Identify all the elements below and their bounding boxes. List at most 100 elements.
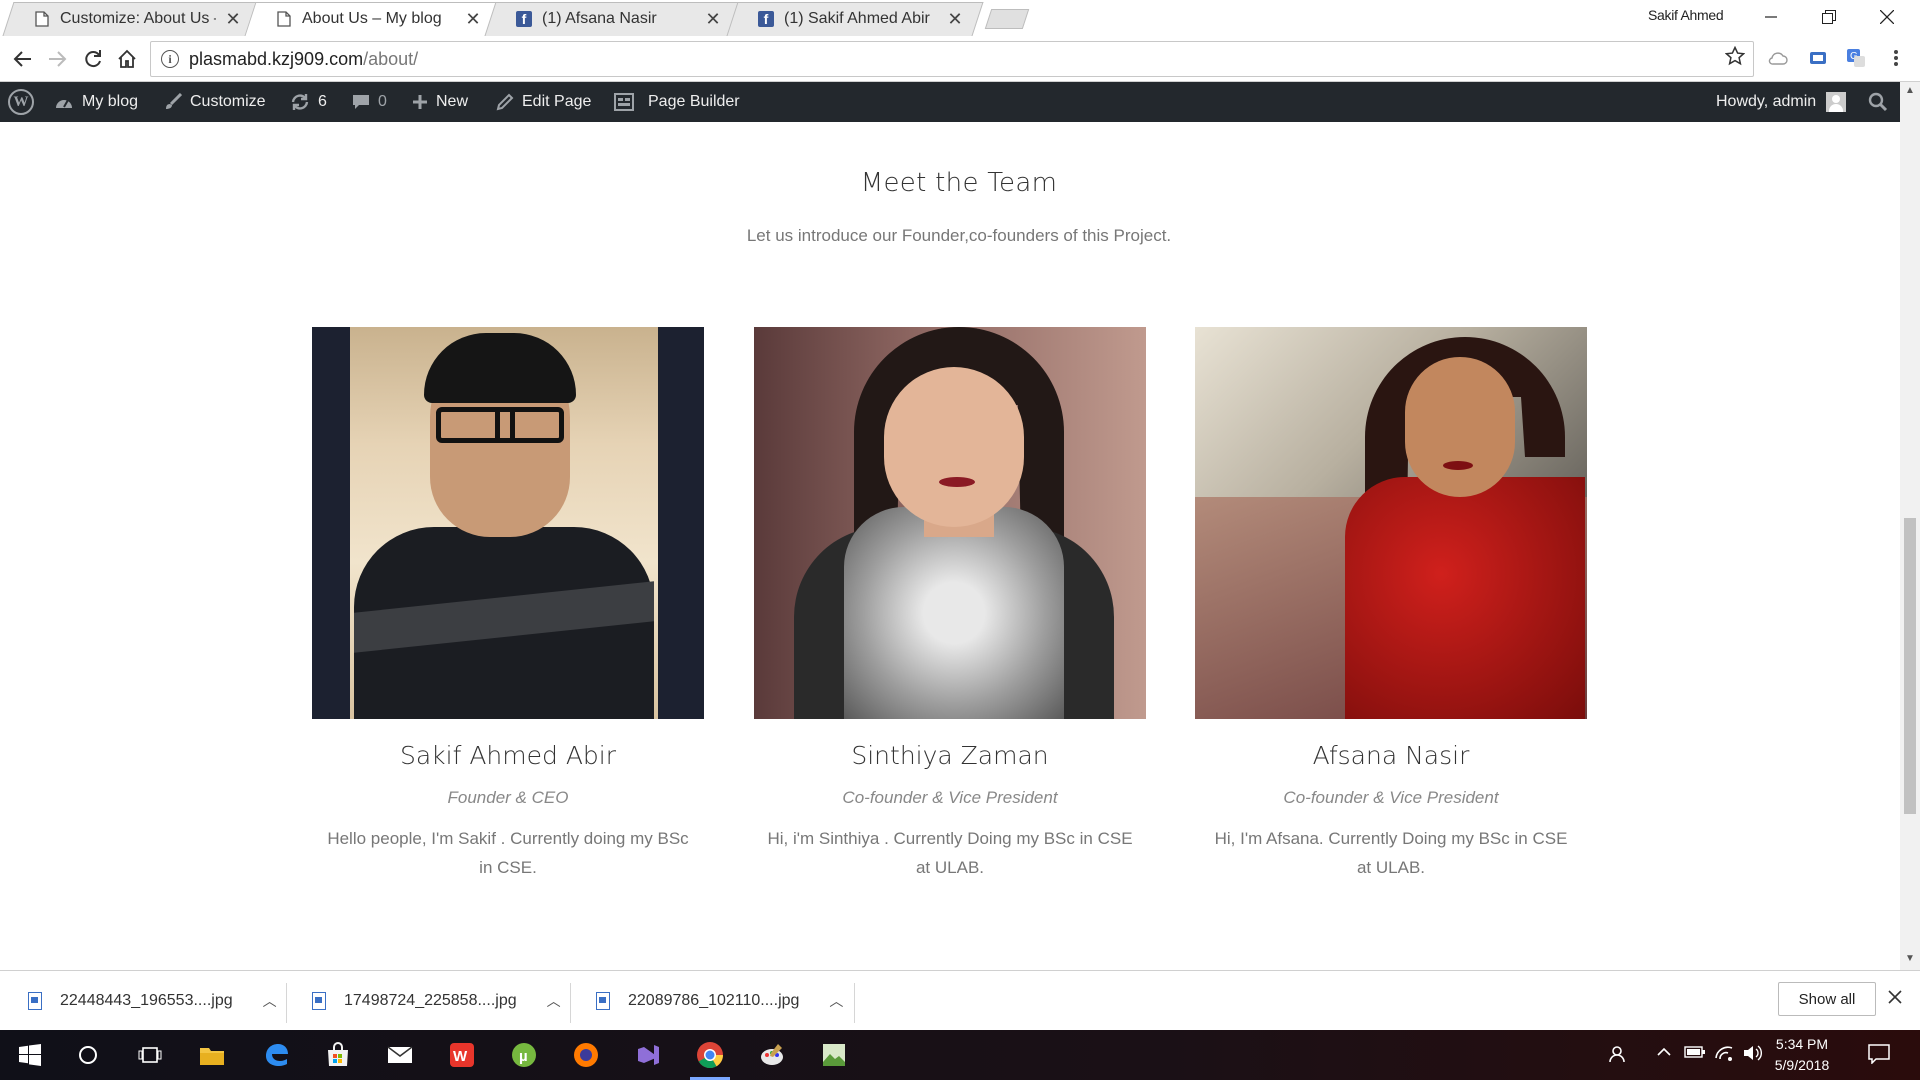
team-member-photo — [1195, 327, 1587, 719]
admin-bar-page-builder[interactable]: Page Builder — [614, 82, 740, 122]
svg-text:µ: µ — [519, 1048, 528, 1065]
utorrent-icon[interactable]: µ — [500, 1035, 548, 1075]
back-icon[interactable] — [8, 44, 38, 74]
wifi-icon[interactable] — [1714, 1044, 1734, 1067]
browser-title-bar: Customize: About Us – M ✕ About Us – My … — [0, 0, 1920, 36]
wordpress-logo-icon[interactable]: W — [8, 82, 34, 122]
site-info-icon[interactable]: i — [161, 50, 179, 68]
task-view-icon[interactable] — [126, 1035, 174, 1075]
new-label: New — [436, 93, 469, 110]
clock-date: 5/9/2018 — [1774, 1057, 1830, 1073]
comments-count: 0 — [378, 93, 387, 110]
team-member-role: Co-founder & Vice President — [1283, 788, 1499, 807]
reload-icon[interactable] — [78, 44, 108, 74]
paint-app-icon[interactable] — [748, 1035, 796, 1075]
people-icon[interactable] — [1608, 1044, 1628, 1069]
scroll-up-arrow-icon[interactable]: ▲ — [1904, 86, 1916, 96]
store-icon[interactable] — [314, 1035, 362, 1075]
download-item[interactable]: 17498724_225858....jpg ︿ — [312, 971, 561, 1031]
page-builder-icon — [614, 93, 634, 111]
google-drive-extension-icon[interactable] — [1806, 46, 1830, 70]
volume-icon[interactable] — [1742, 1044, 1762, 1067]
profile-name[interactable]: Sakif Ahmed — [1648, 7, 1724, 23]
admin-bar-comments[interactable]: 0 — [352, 82, 387, 122]
site-name-label: My blog — [82, 93, 139, 110]
tab-about-us[interactable]: About Us – My blog ✕ — [244, 2, 502, 36]
close-tab-icon[interactable]: ✕ — [946, 9, 964, 30]
cloud-extension-icon[interactable] — [1766, 46, 1790, 70]
tab-title: (1) Afsana Nasir — [542, 10, 657, 27]
cortana-search-icon[interactable] — [64, 1035, 112, 1075]
translate-extension-icon[interactable]: G — [1844, 46, 1868, 70]
pencil-icon — [496, 93, 514, 111]
close-window-icon[interactable] — [1858, 0, 1916, 34]
download-filename: 22448443_196553....jpg — [60, 992, 233, 1009]
bookmark-star-icon[interactable] — [1724, 45, 1746, 72]
team-member-card: Afsana Nasir Co-founder & Vice President… — [1195, 327, 1587, 882]
page-scrollbar[interactable]: ▲ ▼ — [1900, 82, 1920, 970]
wps-office-icon[interactable]: W — [438, 1035, 486, 1075]
firefox-icon[interactable] — [562, 1035, 610, 1075]
action-center-icon[interactable] — [1868, 1044, 1890, 1069]
image-viewer-icon[interactable] — [810, 1035, 858, 1075]
menu-dots-icon[interactable] — [1884, 46, 1908, 70]
show-all-downloads-button[interactable]: Show all — [1778, 982, 1876, 1016]
image-file-icon — [312, 992, 326, 1010]
scroll-down-arrow-icon[interactable]: ▼ — [1904, 954, 1916, 964]
team-member-role: Founder & CEO — [447, 788, 569, 807]
paintbrush-icon — [164, 93, 182, 111]
facebook-icon: f — [758, 11, 774, 27]
close-shelf-icon[interactable] — [1888, 987, 1902, 1010]
svg-text:W: W — [453, 1048, 468, 1065]
edge-browser-icon[interactable] — [252, 1035, 300, 1075]
tab-sakif-ahmed-abir[interactable]: f (1) Sakif Ahmed Abir ✕ — [726, 2, 984, 36]
download-item[interactable]: 22089786_102110....jpg ︿ — [596, 971, 843, 1031]
image-file-icon — [596, 992, 610, 1010]
admin-bar-customize[interactable]: Customize — [164, 82, 266, 122]
updates-icon — [290, 93, 310, 111]
comment-bubble-icon — [352, 93, 370, 111]
close-tab-icon[interactable]: ✕ — [224, 9, 242, 30]
file-explorer-icon[interactable] — [188, 1035, 236, 1075]
tab-customize[interactable]: Customize: About Us – M ✕ — [2, 2, 262, 36]
close-tab-icon[interactable]: ✕ — [704, 9, 722, 30]
download-item[interactable]: 22448443_196553....jpg ︿ — [28, 971, 277, 1031]
howdy-label: Howdy, admin — [1716, 93, 1817, 110]
admin-bar-site-link[interactable]: My blog — [54, 82, 138, 122]
team-member-role: Co-founder & Vice President — [842, 788, 1058, 807]
tray-chevron-up-icon[interactable] — [1656, 1044, 1672, 1065]
scrollbar-thumb[interactable] — [1904, 518, 1916, 814]
admin-bar-new[interactable]: New — [412, 82, 468, 122]
team-member-photo — [312, 327, 704, 719]
battery-icon[interactable] — [1684, 1044, 1706, 1065]
admin-bar-search-icon[interactable] — [1868, 82, 1888, 122]
admin-bar-edit-page[interactable]: Edit Page — [496, 82, 591, 122]
home-icon[interactable] — [112, 44, 142, 74]
windows-start-icon[interactable] — [6, 1035, 54, 1075]
forward-icon[interactable] — [42, 44, 72, 74]
plus-icon — [412, 94, 428, 110]
tab-afsana-nasir[interactable]: f (1) Afsana Nasir ✕ — [484, 2, 742, 36]
minimize-icon[interactable] — [1742, 0, 1800, 34]
close-tab-icon[interactable]: ✕ — [464, 9, 482, 30]
visual-studio-icon[interactable] — [624, 1035, 672, 1075]
address-bar[interactable]: i plasmabd.kzj909.com/about/ — [150, 41, 1754, 77]
team-member-bio: Hello people, I'm Sakif . Currently doin… — [327, 829, 689, 877]
chevron-up-icon[interactable]: ︿ — [263, 991, 277, 1011]
tab-title: (1) Sakif Ahmed Abir — [784, 10, 930, 27]
clock-time: 5:34 PM — [1775, 1036, 1829, 1052]
tab-title: About Us – My blog — [302, 10, 442, 27]
page-content: Meet the Team Let us introduce our Found… — [0, 122, 1900, 970]
restore-icon[interactable] — [1800, 0, 1858, 34]
new-tab-button[interactable] — [984, 9, 1030, 29]
admin-bar-updates[interactable]: 6 — [290, 82, 327, 122]
chevron-up-icon[interactable]: ︿ — [547, 991, 561, 1011]
taskbar-clock[interactable]: 5:34 PM 5/9/2018 — [1762, 1034, 1842, 1076]
windows-taskbar: W µ 5:34 PM 5/9/2018 — [0, 1030, 1920, 1080]
admin-bar-account[interactable]: Howdy, admin — [1716, 82, 1847, 122]
chrome-icon[interactable] — [686, 1035, 734, 1080]
page-icon — [276, 11, 292, 27]
mail-icon[interactable] — [376, 1035, 424, 1075]
team-member-name: Afsana Nasir — [1312, 741, 1470, 770]
chevron-up-icon[interactable]: ︿ — [829, 991, 843, 1011]
